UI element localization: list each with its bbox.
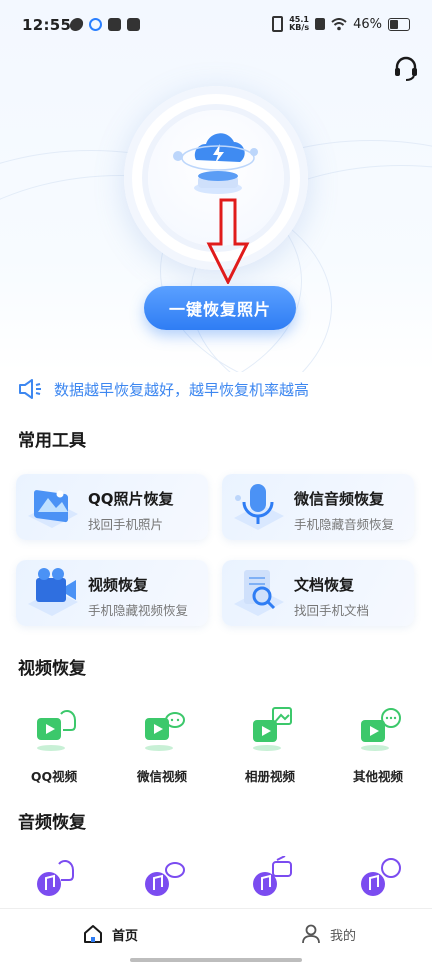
tool-title: 视频恢复 (88, 576, 149, 594)
qq-photo-icon (28, 490, 78, 528)
tool-card-wechat-audio[interactable]: 微信音频恢复 手机隐藏音频恢复 (222, 474, 414, 540)
radio-audio-icon (253, 855, 292, 896)
video-category-qq[interactable]: QQ视频 (9, 704, 99, 785)
app-notification-icon (68, 18, 85, 31)
other-video-icon (361, 708, 401, 751)
video-category-wechat[interactable]: 微信视频 (117, 704, 207, 785)
notice-bar: 数据越早恢复越好，越早恢复机率越高 (18, 378, 309, 400)
tab-mine[interactable]: 我的 (300, 923, 356, 945)
tools-section-title: 常用工具 (18, 431, 86, 451)
red-arrow-annotation (206, 198, 250, 284)
tab-home-label: 首页 (112, 928, 139, 944)
gesture-home-bar[interactable] (130, 958, 302, 962)
wechat-audio-icon (145, 862, 185, 896)
sim-icon (315, 18, 326, 30)
tool-subtitle: 手机隐藏音频恢复 (294, 517, 395, 532)
video-section-title: 视频恢复 (18, 659, 86, 679)
other-audio-icon (361, 858, 401, 896)
status-right: 45.1 KB/s 46% (272, 16, 410, 32)
play-store-icon (108, 18, 121, 31)
one-click-restore-photos-button[interactable]: 一键恢复照片 (144, 286, 296, 330)
status-bar: 12:55 45.1 KB/s 46% (0, 0, 432, 52)
sync-icon (89, 18, 102, 31)
vibrate-icon (272, 16, 284, 32)
qq-audio-icon (37, 859, 75, 896)
status-time: 12:55 (22, 16, 72, 34)
speaker-icon (19, 379, 41, 399)
category-label: QQ视频 (30, 769, 78, 784)
notification-icons (68, 18, 140, 31)
tool-card-document[interactable]: 文档恢复 找回手机文档 (222, 560, 414, 626)
category-label: 微信视频 (136, 769, 187, 784)
wifi-icon (331, 17, 347, 30)
mail-icon (127, 18, 140, 31)
audio-category-radio[interactable] (225, 855, 315, 910)
user-icon (302, 924, 320, 944)
video-camera-icon (28, 568, 78, 616)
tool-subtitle: 找回手机文档 (294, 603, 370, 618)
audio-category-qq[interactable] (9, 856, 99, 910)
tool-card-qq-photo[interactable]: QQ照片恢复 找回手机照片 (16, 474, 208, 540)
tool-title: QQ照片恢复 (88, 490, 174, 508)
document-search-icon (234, 570, 284, 616)
bottom-tab-bar: 首页 我的 (0, 908, 432, 965)
tool-title: 文档恢复 (294, 576, 355, 594)
category-label: 其他视频 (352, 769, 403, 784)
video-category-other[interactable]: 其他视频 (333, 704, 423, 785)
battery-percent: 46% (353, 16, 382, 32)
qq-video-icon (37, 709, 77, 751)
tool-subtitle: 手机隐藏视频恢复 (88, 603, 189, 618)
battery-icon (388, 17, 410, 31)
audio-category-wechat[interactable] (117, 856, 207, 910)
tool-title: 微信音频恢复 (294, 490, 385, 508)
audio-section-title: 音频恢复 (18, 813, 86, 833)
audio-category-other[interactable] (333, 856, 423, 910)
wechat-video-icon (145, 712, 185, 751)
category-label: 相册视频 (244, 769, 295, 784)
tool-subtitle: 找回手机照片 (88, 517, 164, 532)
tab-home[interactable]: 首页 (82, 923, 138, 945)
video-category-album[interactable]: 相册视频 (225, 704, 315, 785)
cloud-upload-illustration (173, 133, 258, 194)
customer-service-icon[interactable] (392, 54, 420, 82)
album-video-icon (253, 707, 292, 751)
tool-card-video[interactable]: 视频恢复 手机隐藏视频恢复 (16, 560, 208, 626)
tab-mine-label: 我的 (330, 928, 357, 944)
home-icon (84, 925, 102, 943)
notice-text: 数据越早恢复越好，越早恢复机率越高 (54, 380, 310, 399)
network-speed: 45.1 KB/s (289, 15, 310, 32)
microphone-icon (234, 484, 284, 530)
